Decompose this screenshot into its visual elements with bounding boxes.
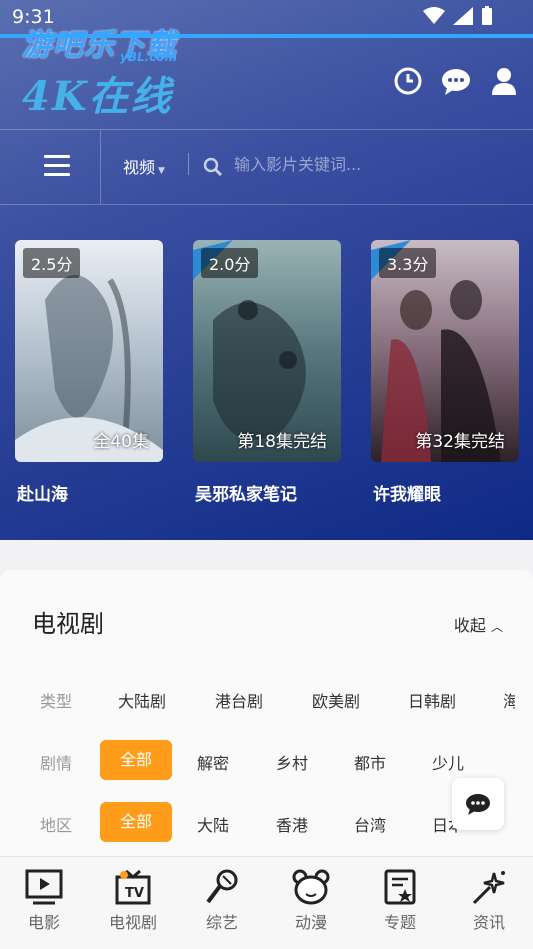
- video-card[interactable]: 2.5分 全40集 赴山海: [15, 240, 165, 505]
- panel-title: 电视剧: [32, 610, 104, 638]
- filter-option[interactable]: 乡村: [276, 750, 308, 774]
- search-bar: 视频 ▼: [0, 130, 533, 204]
- filter-option-selected[interactable]: 全部: [100, 740, 172, 780]
- chat-icon: [466, 794, 490, 815]
- video-card[interactable]: 2.0分 第18集完结 吴邪私家笔记: [193, 240, 343, 505]
- filter-option[interactable]: 海: [503, 688, 515, 712]
- tab-anime[interactable]: 动漫: [271, 869, 351, 933]
- header-actions: [393, 66, 519, 96]
- status-icons: [423, 6, 493, 26]
- category-label: 视频: [123, 158, 156, 177]
- chevron-up-icon: ︿: [490, 620, 503, 634]
- video-title[interactable]: 许我耀眼: [373, 480, 521, 505]
- poster-image[interactable]: 3.3分 第32集完结: [371, 240, 519, 462]
- video-title[interactable]: 赴山海: [17, 480, 165, 505]
- history-icon[interactable]: [393, 66, 423, 96]
- app-logo: 4K在线: [22, 73, 173, 120]
- filter-option[interactable]: 解密: [197, 750, 229, 774]
- poster-image[interactable]: 2.5分 全40集: [15, 240, 163, 462]
- score-badge: 2.5分: [23, 248, 81, 278]
- poster-image[interactable]: 2.0分 第18集完结: [193, 240, 341, 462]
- bear-icon: [292, 869, 330, 905]
- watermark-line: [0, 34, 533, 38]
- tab-tv[interactable]: TV 电视剧: [93, 869, 173, 933]
- caret-icon: ▼: [158, 166, 165, 176]
- filter-label: 地区: [40, 816, 73, 835]
- message-icon[interactable]: [441, 66, 471, 96]
- signal-icon: [453, 7, 473, 25]
- tab-label: 资讯: [472, 913, 505, 932]
- collapse-label: 收起: [453, 616, 486, 635]
- tv-icon: [25, 869, 63, 905]
- search-separator: [100, 130, 101, 204]
- microphone-icon: [206, 869, 238, 904]
- episode-label: 第18集完结: [237, 432, 327, 452]
- episode-label: 第32集完结: [415, 432, 505, 452]
- tab-label: 综艺: [205, 913, 238, 932]
- battery-icon: [482, 6, 492, 25]
- tab-variety[interactable]: 综艺: [182, 869, 262, 933]
- filter-label: 剧情: [40, 754, 73, 773]
- tab-label: 电影: [27, 913, 60, 932]
- search-input[interactable]: [232, 154, 506, 175]
- hero-section: 9:31 游吧乐下载 yBL.com 4K在线 视频▼ 2.5分 全40集: [0, 0, 533, 540]
- tab-label: 电视剧: [108, 913, 157, 932]
- tab-topics[interactable]: 专题: [360, 869, 440, 933]
- tab-news[interactable]: 资讯: [449, 869, 529, 933]
- collapse-button[interactable]: 收起 ︿: [454, 612, 503, 636]
- filter-option[interactable]: 港台剧: [215, 688, 263, 712]
- filter-row-type: 类型 大陆剧 港台剧 欧美剧 日韩剧 海: [0, 676, 533, 720]
- filter-option[interactable]: 大陆剧: [118, 688, 166, 712]
- tv-series-icon: TV: [115, 869, 151, 905]
- filter-option[interactable]: 少儿: [432, 750, 464, 774]
- category-select[interactable]: 视频 ▼: [123, 154, 165, 178]
- sparkle-icon: [472, 871, 505, 905]
- filter-option[interactable]: 香港: [276, 812, 308, 836]
- chat-fab[interactable]: [452, 778, 504, 830]
- score-badge: 3.3分: [379, 248, 437, 278]
- bookmark-star-icon: [384, 869, 416, 905]
- watermark-sub: yBL.com: [120, 50, 178, 64]
- filter-row-plot: 剧情 全部 解密 乡村 都市 少儿: [0, 738, 533, 782]
- filter-option[interactable]: 都市: [354, 750, 386, 774]
- filter-label: 类型: [40, 692, 73, 711]
- filter-option[interactable]: 日韩剧: [408, 688, 456, 712]
- category-separator: [188, 153, 189, 175]
- filter-option[interactable]: 欧美剧: [312, 688, 360, 712]
- video-card[interactable]: 3.3分 第32集完结 许我耀眼: [371, 240, 521, 505]
- tab-label: 专题: [383, 913, 416, 932]
- user-icon[interactable]: [489, 66, 519, 96]
- video-title[interactable]: 吴邪私家笔记: [195, 480, 343, 505]
- tab-movie[interactable]: 电影: [4, 869, 84, 933]
- filter-option[interactable]: 大陆: [197, 812, 229, 836]
- wifi-icon: [423, 7, 445, 24]
- search-icon: [203, 157, 223, 177]
- episode-label: 全40集: [93, 432, 149, 452]
- svg-text:TV: TV: [125, 886, 144, 901]
- menu-icon[interactable]: [44, 155, 70, 182]
- bottom-nav: 电影 TV 电视剧 综艺 动漫 专题 资讯: [0, 856, 533, 949]
- search-divider: [0, 204, 533, 205]
- filter-option-selected[interactable]: 全部: [100, 802, 172, 842]
- tab-label: 动漫: [294, 913, 327, 932]
- filter-option[interactable]: 台湾: [354, 812, 386, 836]
- watermark: 游吧乐下载 yBL.com: [0, 20, 533, 64]
- score-badge: 2.0分: [201, 248, 259, 278]
